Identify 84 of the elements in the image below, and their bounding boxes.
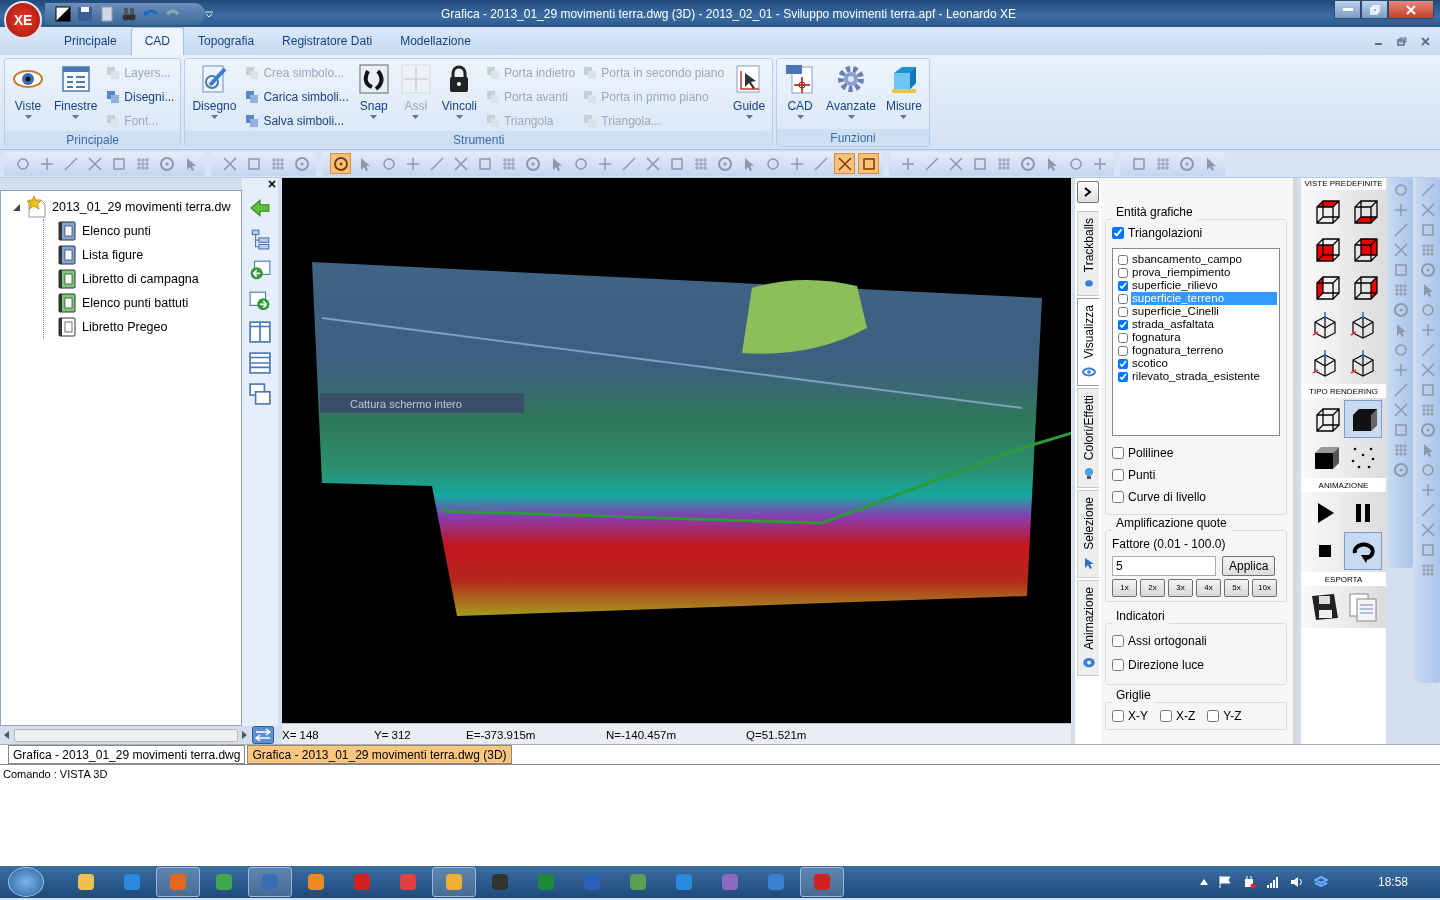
status-field: N=-140.457m bbox=[606, 724, 746, 744]
layer-list-item[interactable]: fognatura bbox=[1131, 331, 1277, 344]
checkbox-option[interactable]: Direzione luce bbox=[1112, 656, 1280, 674]
tree-item[interactable]: Elenco punti battuti bbox=[44, 291, 241, 315]
window-title: Grafica - 2013_01_29 movimenti terra.dwg (3D) - 2013_02_01 - Sviluppo movimenti terra.apf - Leonardo XE bbox=[440, 5, 1017, 23]
ribbon-button[interactable]: Salva simboli... bbox=[242, 111, 352, 131]
layer-list-item[interactable]: scotico bbox=[1131, 357, 1277, 370]
layer-list-item[interactable]: superficie_rilievo bbox=[1131, 279, 1277, 292]
section-title: ESPORTA bbox=[1323, 574, 1364, 586]
ribbon-button[interactable]: Avanzate bbox=[822, 61, 880, 122]
tree-item-label: Elenco punti battuti bbox=[82, 294, 189, 312]
group-title: Griglie bbox=[1115, 687, 1152, 704]
side-tab[interactable]: Selezione bbox=[1077, 490, 1099, 578]
layer-list-item[interactable]: rilevato_strada_esistente bbox=[1131, 370, 1277, 383]
group-label: Principale bbox=[5, 131, 181, 148]
multiplier-button[interactable]: 10x bbox=[1252, 579, 1277, 597]
ribbon-button[interactable]: Guide bbox=[729, 61, 770, 122]
checkbox-option[interactable]: Y-Z bbox=[1207, 707, 1242, 725]
checkbox-option[interactable]: X-Z bbox=[1160, 707, 1196, 725]
ribbon-button[interactable]: Viste bbox=[8, 61, 48, 122]
clock: 18:58 bbox=[1377, 874, 1408, 891]
checkbox-option[interactable]: Assi ortogonali bbox=[1112, 632, 1280, 650]
tree-item[interactable]: Elenco punti bbox=[44, 219, 241, 243]
side-tab[interactable]: Trackballs bbox=[1077, 211, 1099, 296]
multiplier-button[interactable]: 4x bbox=[1196, 579, 1221, 597]
status-field: Q=51.521m bbox=[746, 724, 866, 744]
layer-list-item[interactable]: strada_asfaltata bbox=[1131, 318, 1277, 331]
layer-list-item[interactable]: sbancamento_campo bbox=[1131, 253, 1277, 266]
document-tab[interactable]: Grafica - 2013_01_29 movimenti terra.dwg (3D) bbox=[247, 745, 512, 764]
tree-item-label: Libretto Pregeo bbox=[82, 318, 168, 336]
multiplier-button[interactable]: 1x bbox=[1112, 579, 1137, 597]
ribbon-button[interactable]: Misure bbox=[881, 61, 926, 122]
ribbon-button[interactable]: Disegno bbox=[188, 61, 241, 122]
tree-item[interactable]: 2013_01_29 movimenti terra.dw bbox=[13, 195, 241, 219]
side-tab[interactable]: Animazione bbox=[1077, 580, 1099, 676]
ribbon-tab[interactable]: Principale bbox=[50, 27, 131, 55]
section-title: VISTE PREDEFINITE bbox=[1303, 178, 1384, 190]
ribbon-button[interactable]: Disegni... bbox=[103, 87, 178, 107]
group-title: Entità grafiche bbox=[1115, 204, 1194, 221]
ribbon-tab[interactable]: Registratore Dati bbox=[268, 27, 387, 55]
section-title: ANIMAZIONE bbox=[1317, 480, 1370, 492]
tree-item-label: Elenco punti bbox=[82, 222, 151, 240]
tree-item-label: Libretto di campagna bbox=[82, 270, 199, 288]
ribbon-tab[interactable]: Modellazione bbox=[386, 27, 485, 55]
tree-item-label: 2013_01_29 movimenti terra.dw bbox=[52, 198, 231, 216]
document-tab[interactable]: Grafica - 2013_01_29 movimenti terra.dwg bbox=[8, 745, 246, 764]
layer-list-item[interactable]: prova_riempimento bbox=[1131, 266, 1277, 279]
section-title: TIPO RENDERING bbox=[1308, 386, 1379, 398]
tree-item[interactable]: Libretto di campagna bbox=[44, 267, 241, 291]
multiplier-button[interactable]: 5x bbox=[1224, 579, 1249, 597]
checkbox-option[interactable]: Punti bbox=[1112, 466, 1280, 484]
status-field: Y= 312 bbox=[374, 724, 466, 744]
multiplier-button[interactable]: 2x bbox=[1140, 579, 1165, 597]
group-label: Funzioni bbox=[777, 129, 929, 146]
factor-field[interactable]: 5 bbox=[1112, 556, 1216, 576]
status-field: E=-373.915m bbox=[466, 724, 606, 744]
ribbon-tab[interactable]: Topografia bbox=[184, 27, 269, 55]
ribbon-button[interactable]: Finestre bbox=[50, 61, 102, 122]
tooltip-text: Cattura schermo intero bbox=[320, 393, 524, 413]
checkbox-option[interactable]: Triangolazioni bbox=[1112, 224, 1280, 242]
checkbox-option[interactable]: Polilinee bbox=[1112, 444, 1280, 462]
tree-item[interactable]: Libretto Pregeo bbox=[44, 315, 241, 339]
layer-list-item[interactable]: superficie_Cinelli bbox=[1131, 305, 1277, 318]
command-line-text: Comando : VISTA 3D bbox=[3, 767, 109, 782]
ribbon-button[interactable]: Vincoli bbox=[437, 61, 481, 122]
checkbox-option[interactable]: Curve di livello bbox=[1112, 488, 1280, 506]
apply-button[interactable]: Applica bbox=[1222, 556, 1276, 576]
side-tab[interactable]: Visualizza bbox=[1077, 298, 1099, 386]
ribbon-button[interactable]: Snap bbox=[353, 61, 394, 122]
tree-item[interactable]: Lista figure bbox=[44, 243, 241, 267]
ribbon-button[interactable]: CAD bbox=[780, 61, 821, 122]
side-tab[interactable]: Colori/Effetti bbox=[1077, 388, 1099, 488]
multiplier-button[interactable]: 3x bbox=[1168, 579, 1193, 597]
group-title: Indicatori bbox=[1115, 608, 1166, 625]
group-title: Amplificazione quote bbox=[1115, 515, 1228, 532]
ribbon-tab[interactable]: CAD bbox=[130, 27, 185, 55]
viewport[interactable]: Cattura schermo intero bbox=[282, 178, 1071, 723]
checkbox-option[interactable]: X-Y bbox=[1112, 707, 1148, 725]
tree-item-label: Lista figure bbox=[82, 246, 144, 264]
status-field: X= 148 bbox=[282, 724, 374, 744]
group-label: Strumenti bbox=[185, 131, 773, 148]
ribbon-button[interactable]: Carica simboli... bbox=[242, 87, 352, 107]
layer-list-item[interactable]: fognatura_terreno bbox=[1131, 344, 1277, 357]
field-label: Fattore (0.01 - 100.0) bbox=[1112, 536, 1227, 553]
